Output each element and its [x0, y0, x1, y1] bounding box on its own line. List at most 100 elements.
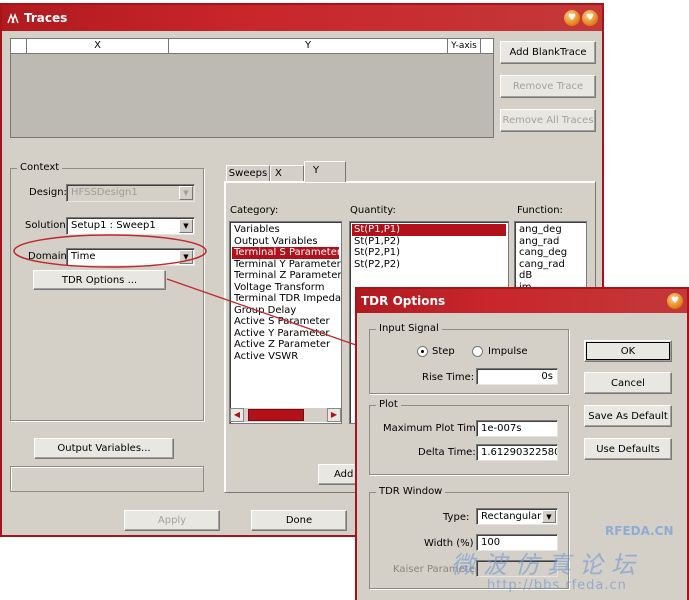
tdr-options-button[interactable]: TDR Options ...: [33, 270, 166, 290]
design-label: Design:: [29, 187, 67, 198]
category-item[interactable]: Terminal Y Parameter: [232, 259, 341, 271]
input-signal-title: Input Signal: [376, 323, 442, 334]
traces-table-header: X Y Y-axis: [11, 39, 493, 54]
category-item[interactable]: Active S Parameter: [232, 316, 339, 328]
traces-table[interactable]: X Y Y-axis: [10, 38, 494, 138]
function-list[interactable]: ang_degang_radcang_degcang_raddBim: [514, 221, 587, 293]
minimize-icon[interactable]: ♥: [564, 10, 580, 26]
width-value: 100: [481, 537, 501, 548]
domain-label: Domain:: [28, 251, 71, 262]
delta-time-value: 1.6129032258064: [481, 447, 557, 458]
solution-label: Solution:: [25, 220, 70, 231]
window-type-value: Rectangular: [481, 511, 542, 522]
chevron-down-icon: ▼: [179, 250, 193, 264]
quantity-label: Quantity:: [350, 205, 396, 216]
solution-value: Setup1 : Sweep1: [71, 220, 156, 231]
status-area: [10, 466, 204, 492]
cancel-button[interactable]: Cancel: [584, 372, 672, 394]
max-plot-time-label: Maximum Plot Time:: [383, 423, 486, 434]
category-item[interactable]: Terminal S Parameter: [232, 247, 341, 259]
category-item[interactable]: Terminal Z Parameter: [232, 270, 341, 282]
tab-x[interactable]: X: [270, 165, 304, 181]
close-icon[interactable]: ♥: [667, 293, 683, 309]
max-plot-time-input[interactable]: 1e-007s: [476, 420, 558, 437]
apply-button[interactable]: Apply: [124, 510, 220, 531]
scroll-right-icon[interactable]: ▶: [327, 408, 341, 422]
max-plot-time-value: 1e-007s: [481, 423, 522, 434]
save-as-default-button[interactable]: Save As Default: [584, 405, 672, 427]
impulse-radio[interactable]: [472, 346, 483, 357]
category-item[interactable]: Variables: [232, 224, 339, 236]
plot-group: Plot: [369, 399, 569, 475]
tdr-window-title: TDR Window: [376, 486, 446, 497]
ok-button[interactable]: OK: [584, 340, 672, 362]
remove-trace-button[interactable]: Remove Trace: [500, 75, 596, 98]
delta-time-label: Delta Time:: [418, 447, 476, 458]
rise-time-value: 0s: [541, 371, 553, 382]
step-label: Step: [432, 346, 455, 357]
tab-sweeps[interactable]: Sweeps: [226, 165, 270, 181]
domain-dropdown[interactable]: Time ▼: [66, 248, 195, 266]
width-input[interactable]: 100: [476, 534, 558, 551]
chevron-down-icon: ▼: [179, 219, 193, 233]
category-item[interactable]: Active Y Parameter: [232, 328, 339, 340]
output-variables-button[interactable]: Output Variables...: [34, 438, 174, 459]
window-type-dropdown[interactable]: Rectangular ▼: [476, 508, 558, 525]
design-value: HFSSDesign1: [71, 187, 138, 198]
solution-dropdown[interactable]: Setup1 : Sweep1 ▼: [66, 217, 195, 235]
traces-title: Traces: [24, 11, 68, 25]
quantity-item[interactable]: St(P1,P1): [352, 224, 506, 236]
design-dropdown[interactable]: HFSSDesign1 ▼: [66, 184, 195, 202]
context-title: Context: [17, 162, 63, 173]
width-label: Width (%): [424, 538, 474, 549]
category-item[interactable]: Voltage Transform: [232, 282, 339, 294]
function-item[interactable]: cang_rad: [517, 259, 584, 271]
close-icon[interactable]: ♥: [582, 10, 598, 26]
category-scrollbar[interactable]: ◀ ▶: [230, 408, 341, 422]
done-button[interactable]: Done: [251, 510, 347, 531]
tdr-title-bar[interactable]: TDR Options ♥: [357, 289, 687, 313]
scroll-left-icon[interactable]: ◀: [230, 408, 244, 422]
radio-dot: [421, 350, 424, 353]
category-item[interactable]: Active VSWR: [232, 351, 339, 363]
category-item[interactable]: Group Delay: [232, 305, 339, 317]
type-label: Type:: [443, 512, 470, 523]
category-list[interactable]: Variables Output Variables Terminal S Para…: [229, 221, 342, 424]
table-corner: [11, 39, 27, 53]
chevron-down-icon: ▼: [179, 186, 193, 200]
category-label: Category:: [230, 205, 279, 216]
delta-time-input[interactable]: 1.6129032258064: [476, 444, 558, 461]
remove-all-traces-button[interactable]: Remove All Traces: [500, 109, 596, 132]
traces-title-bar[interactable]: Traces ♥ ♥: [2, 5, 602, 31]
quantity-item[interactable]: St(P2,P2): [352, 259, 506, 271]
quantity-item[interactable]: St(P2,P1): [352, 247, 506, 259]
function-item[interactable]: dB: [517, 270, 584, 282]
step-radio[interactable]: [417, 346, 428, 357]
function-item[interactable]: ang_rad: [517, 236, 584, 248]
use-defaults-button[interactable]: Use Defaults: [584, 438, 672, 460]
category-item[interactable]: Active Z Parameter: [232, 339, 339, 351]
category-item[interactable]: Terminal TDR Impedance: [232, 293, 341, 305]
context-group: Context: [10, 162, 204, 421]
quantity-item[interactable]: St(P1,P2): [352, 236, 506, 248]
column-y-axis[interactable]: Y-axis: [448, 39, 481, 53]
tdr-options-dialog: TDR Options ♥ Input Signal Step Impulse …: [355, 287, 689, 600]
function-item[interactable]: ang_deg: [517, 224, 584, 236]
scroll-thumb[interactable]: [248, 409, 304, 421]
add-blank-trace-button[interactable]: Add BlankTrace: [500, 41, 596, 64]
ansoft-logo-icon: [7, 13, 19, 24]
kaiser-parameter-label: Kaiser Parameter: [393, 564, 479, 575]
category-item[interactable]: Output Variables: [232, 236, 339, 248]
rise-time-input[interactable]: 0s: [476, 368, 558, 385]
impulse-label: Impulse: [488, 346, 528, 357]
rise-time-label: Rise Time:: [422, 372, 475, 383]
plot-title: Plot: [376, 399, 401, 410]
tdr-title: TDR Options: [361, 294, 446, 308]
kaiser-parameter-input[interactable]: [476, 560, 558, 577]
function-label: Function:: [517, 205, 563, 216]
function-item[interactable]: cang_deg: [517, 247, 584, 259]
column-x[interactable]: X: [27, 39, 169, 53]
domain-value: Time: [71, 251, 96, 262]
tab-y[interactable]: Y: [304, 161, 346, 182]
column-y[interactable]: Y: [169, 39, 448, 53]
